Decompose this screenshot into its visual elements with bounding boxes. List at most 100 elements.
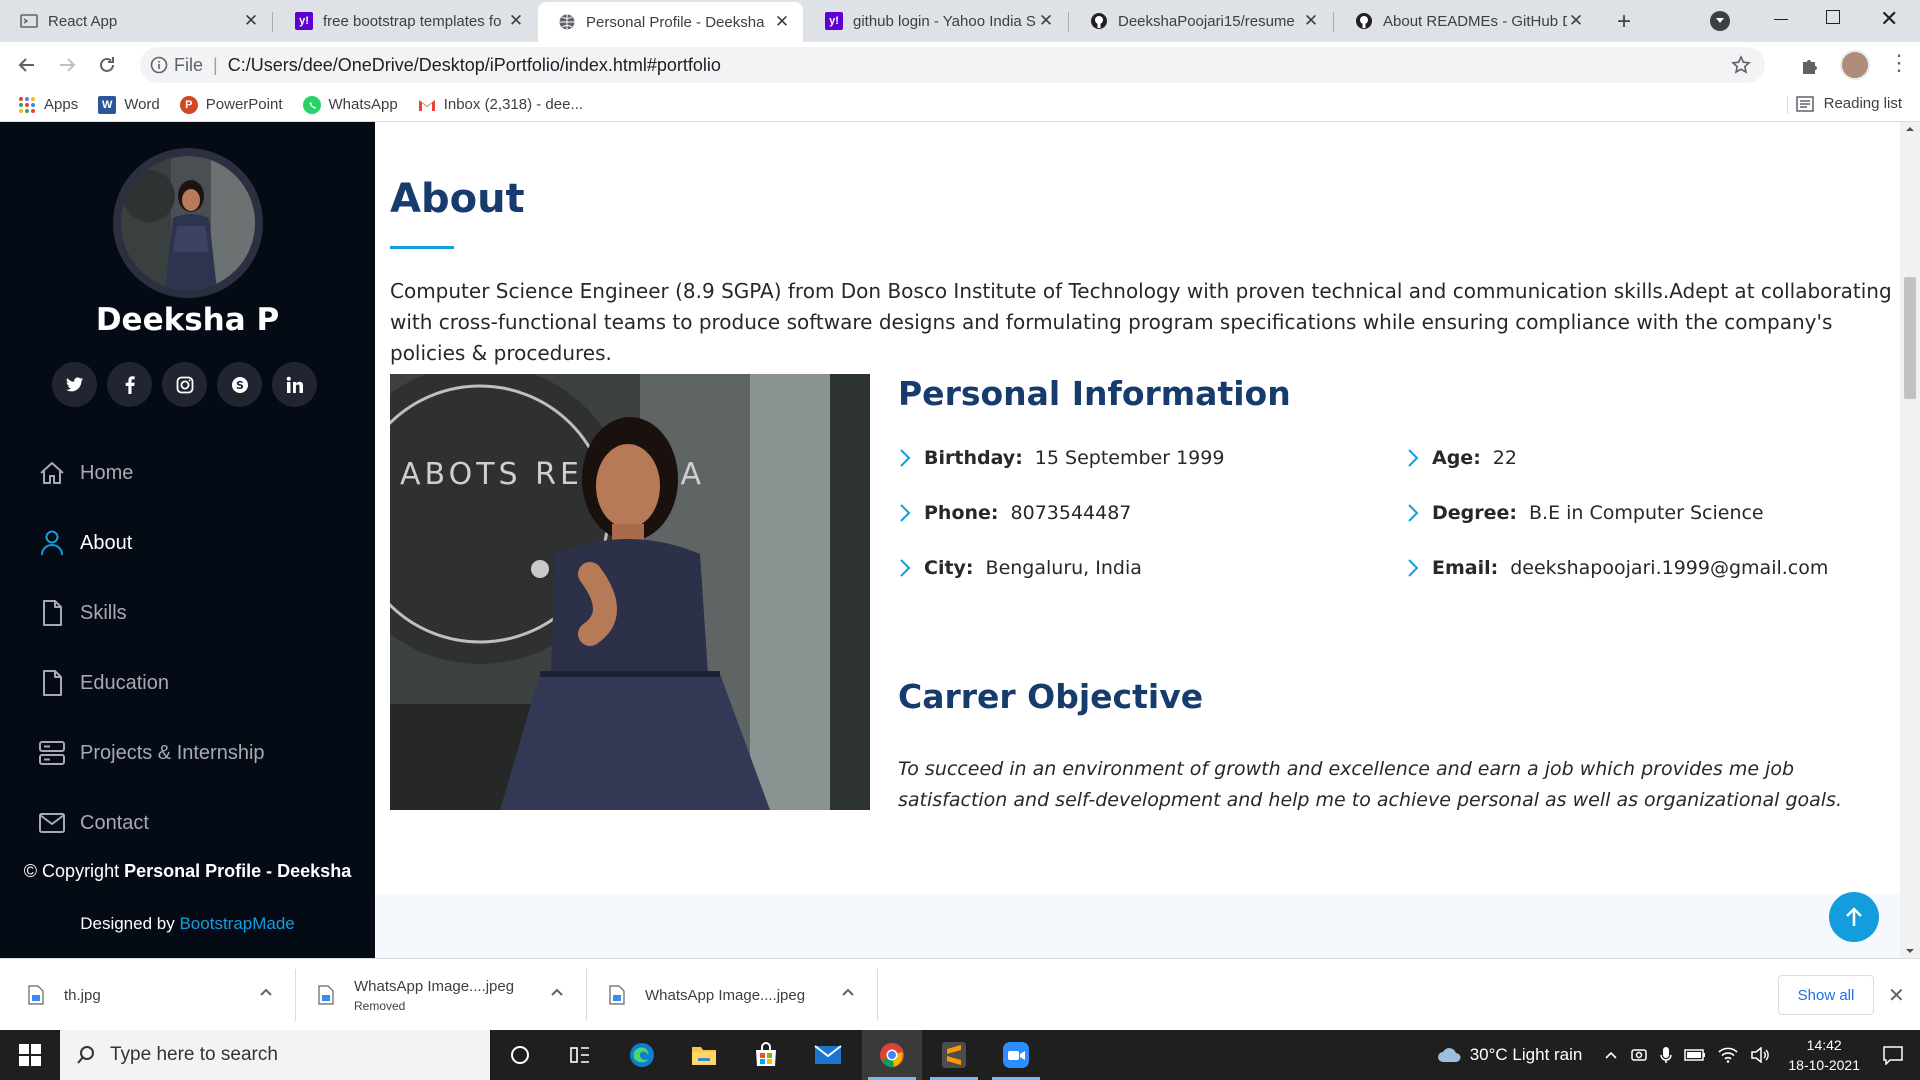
linkedin-icon[interactable] [272,362,317,407]
minimize-icon[interactable] [1770,10,1794,30]
star-icon[interactable] [1731,55,1751,75]
close-icon[interactable]: ✕ [1888,983,1905,1008]
nav-label: Projects & Internship [80,741,265,764]
nav-item-home[interactable]: Home [38,438,265,508]
cortana-icon[interactable] [490,1030,550,1080]
powerpoint-icon: P [179,95,198,114]
tab-resume-repo[interactable]: DeekshaPoojari15/resume ✕ [1070,0,1332,42]
bookmark-powerpoint[interactable]: P PowerPoint [179,95,283,114]
nav-item-education[interactable]: Education [38,648,265,718]
bookmark-whatsapp[interactable]: WhatsApp [302,95,398,114]
chevron-up-icon[interactable] [259,987,273,997]
next-section [375,894,1900,958]
battery-icon[interactable] [1684,1049,1706,1061]
windows-start-icon[interactable] [0,1030,60,1080]
nav-item-projects[interactable]: Projects & Internship [38,718,265,788]
sidebar: Deeksha P S Home About Skills Education … [0,122,375,958]
close-icon[interactable]: ✕ [1302,11,1320,30]
chevron-up-icon[interactable] [550,987,564,997]
speaker-icon[interactable] [1750,1047,1770,1063]
reload-icon[interactable] [92,50,122,80]
microphone-icon[interactable] [1660,1046,1673,1064]
back-arrow-icon[interactable] [12,50,42,80]
nav-item-contact[interactable]: Contact [38,788,265,858]
bookmark-label: Apps [44,96,79,113]
download-item[interactable]: th.jpg [0,959,295,1031]
bookmark-word[interactable]: W Word [98,95,160,114]
browser-toolbar: File | C:/Users/dee/OneDrive/Desktop/iPo… [0,42,1920,88]
bookmark-label: WhatsApp [328,96,398,113]
camera-icon[interactable] [1630,1047,1648,1063]
twitter-icon[interactable] [52,362,97,407]
nav-label: Skills [80,601,127,624]
close-icon[interactable]: ✕ [1567,11,1585,30]
copyright-site-name: Personal Profile - Deeksha [124,861,352,881]
bookmark-apps[interactable]: Apps [18,96,78,114]
file-explorer-icon[interactable] [674,1030,734,1080]
show-all-button[interactable]: Show all [1778,975,1874,1015]
tab-about-readmes[interactable]: About READMEs - GitHub D ✕ [1335,0,1597,42]
search-icon [76,1045,96,1065]
chevron-up-icon[interactable] [1604,1050,1618,1060]
nav-item-skills[interactable]: Skills [38,578,265,648]
profile-avatar[interactable] [1840,50,1870,80]
back-to-top-button[interactable] [1829,892,1879,942]
apps-grid-icon [18,96,36,114]
tab-react-app[interactable]: React App ✕ [0,0,272,42]
weather-widget[interactable]: 30°C Light rain [1436,1045,1582,1065]
info-value: 8073544487 [1010,502,1132,524]
tab-free-bootstrap[interactable]: y! free bootstrap templates fo ✕ [275,0,537,42]
info-label: Phone: [924,502,999,524]
designed-by: Designed by BootstrapMade [0,914,375,934]
close-icon[interactable]: ✕ [242,11,260,30]
edge-icon[interactable] [612,1030,672,1080]
extensions-puzzle-icon[interactable] [1800,56,1820,76]
chevron-up-icon[interactable] [841,987,855,997]
close-icon[interactable]: ✕ [507,11,525,30]
taskbar-clock[interactable]: 14:42 18-10-2021 [1788,1035,1860,1075]
info-label: Email: [1432,557,1499,579]
close-icon[interactable]: ✕ [1037,11,1055,30]
mail-icon[interactable] [798,1030,858,1080]
svg-text:S: S [236,379,244,392]
new-tab-button[interactable]: + [1610,8,1638,36]
tab-title: free bootstrap templates fo [323,12,502,30]
download-item[interactable]: WhatsApp Image....jpeg [587,959,877,1031]
divider: | [213,54,218,75]
forward-arrow-icon[interactable] [52,50,82,80]
task-view-icon[interactable] [550,1030,610,1080]
scrollbar-thumb[interactable] [1904,277,1916,399]
restore-icon[interactable] [1826,10,1840,24]
profile-photo: ABOTS RESTOBA [390,374,870,810]
notifications-icon[interactable] [1882,1045,1904,1065]
instagram-icon[interactable] [162,362,207,407]
download-item[interactable]: WhatsApp Image....jpeg Removed [296,959,586,1031]
zoom-icon[interactable] [986,1030,1046,1080]
yahoo-icon: y! [295,12,313,30]
chrome-icon[interactable] [862,1030,922,1080]
social-links: S [52,362,317,407]
sublime-text-icon[interactable] [924,1030,984,1080]
address-bar[interactable]: File | C:/Users/dee/OneDrive/Desktop/iPo… [140,47,1765,83]
bookmark-label: Inbox (2,318) - dee... [443,96,583,113]
wifi-icon[interactable] [1718,1047,1738,1063]
reading-list-button[interactable]: Reading list [1795,95,1902,112]
nav-item-about[interactable]: About [38,508,265,578]
window-close-icon[interactable]: ✕ [1880,6,1898,32]
tab-title: React App [48,12,118,30]
tab-personal-profile[interactable]: Personal Profile - Deeksha ✕ [538,2,803,42]
bootstrapmade-link[interactable]: BootstrapMade [179,914,294,933]
close-icon[interactable]: ✕ [773,12,791,31]
page-scrollbar[interactable] [1900,122,1920,958]
tab-github-login[interactable]: y! github login - Yahoo India S ✕ [805,0,1067,42]
facebook-icon[interactable] [107,362,152,407]
skype-icon[interactable]: S [217,362,262,407]
more-menu-icon[interactable]: ⋮ [1888,52,1910,74]
microsoft-store-icon[interactable] [736,1030,796,1080]
info-icon[interactable] [150,56,168,74]
info-birthday: Birthday: 15 September 1999 [898,447,1224,469]
tab-search-icon[interactable] [1710,11,1730,31]
bookmark-gmail[interactable]: Inbox (2,318) - dee... [418,96,583,113]
taskbar-search-input[interactable]: Type here to search [60,1030,490,1080]
chevron-right-icon [1406,448,1428,468]
